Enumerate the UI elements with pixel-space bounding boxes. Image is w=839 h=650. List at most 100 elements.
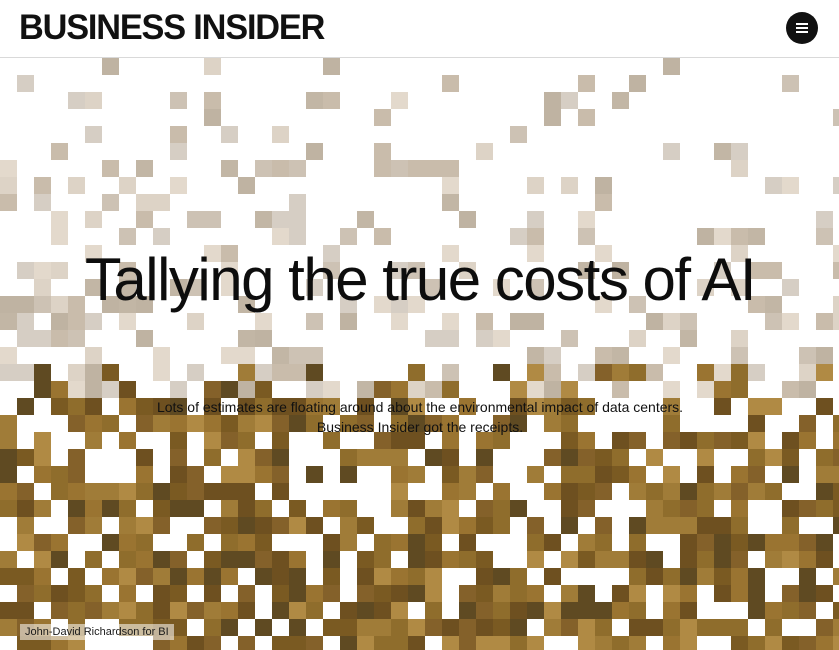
mosaic-tile	[68, 466, 85, 483]
mosaic-tile	[493, 568, 510, 585]
mosaic-tile	[119, 602, 136, 619]
mosaic-tile	[289, 585, 306, 602]
mosaic-tile	[289, 194, 306, 211]
mosaic-tile	[782, 381, 799, 398]
mosaic-tile	[391, 449, 408, 466]
mosaic-tile	[646, 619, 663, 636]
mosaic-tile	[663, 636, 680, 650]
mosaic-tile	[85, 347, 102, 364]
mosaic-tile	[51, 466, 68, 483]
mosaic-tile	[0, 619, 17, 636]
mosaic-tile	[561, 466, 578, 483]
mosaic-tile	[646, 551, 663, 568]
mosaic-tile	[340, 517, 357, 534]
mosaic-tile	[748, 449, 765, 466]
mosaic-tile	[0, 160, 17, 177]
mosaic-tile	[646, 500, 663, 517]
mosaic-tile	[0, 551, 17, 568]
mosaic-tile	[595, 619, 612, 636]
mosaic-tile	[765, 177, 782, 194]
mosaic-tile	[782, 500, 799, 517]
mosaic-tile	[85, 415, 102, 432]
mosaic-tile	[442, 364, 459, 381]
mosaic-tile	[34, 449, 51, 466]
mosaic-tile	[357, 568, 374, 585]
mosaic-tile	[255, 364, 272, 381]
mosaic-tile	[663, 619, 680, 636]
mosaic-tile	[119, 551, 136, 568]
mosaic-tile	[306, 517, 323, 534]
photo-credit: John-David Richardson for BI	[20, 624, 174, 640]
mosaic-tile	[765, 398, 782, 415]
business-insider-logo[interactable]: BUSINESS INSIDER	[19, 8, 325, 48]
mosaic-tile	[357, 381, 374, 398]
mosaic-tile	[238, 585, 255, 602]
mosaic-tile	[544, 92, 561, 109]
mosaic-tile	[102, 381, 119, 398]
mosaic-tile	[289, 517, 306, 534]
mosaic-tile	[136, 602, 153, 619]
mosaic-tile	[765, 534, 782, 551]
mosaic-tile	[527, 585, 544, 602]
hamburger-menu-icon[interactable]	[786, 12, 818, 44]
mosaic-tile	[255, 619, 272, 636]
mosaic-tile	[680, 585, 697, 602]
mosaic-tile	[391, 636, 408, 650]
mosaic-tile	[34, 330, 51, 347]
mosaic-tile	[340, 449, 357, 466]
mosaic-tile	[799, 602, 816, 619]
mosaic-tile	[697, 568, 714, 585]
hero-section: Tallying the true costs of AI Lots of es…	[0, 58, 839, 650]
mosaic-tile	[306, 143, 323, 160]
mosaic-tile	[493, 500, 510, 517]
mosaic-tile	[561, 92, 578, 109]
mosaic-tile	[85, 381, 102, 398]
mosaic-tile	[782, 517, 799, 534]
mosaic-tile	[663, 602, 680, 619]
mosaic-tile	[833, 415, 839, 432]
mosaic-tile	[136, 330, 153, 347]
mosaic-tile	[17, 585, 34, 602]
mosaic-tile	[289, 551, 306, 568]
mosaic-tile	[272, 585, 289, 602]
mosaic-tile	[102, 160, 119, 177]
mosaic-tile	[544, 602, 561, 619]
mosaic-tile	[204, 58, 221, 75]
mosaic-tile	[544, 568, 561, 585]
mosaic-tile	[578, 602, 595, 619]
mosaic-tile	[595, 483, 612, 500]
mosaic-tile	[204, 636, 221, 650]
mosaic-tile	[238, 534, 255, 551]
mosaic-tile	[459, 636, 476, 650]
mosaic-tile	[476, 602, 493, 619]
mosaic-tile	[238, 347, 255, 364]
mosaic-tile	[221, 534, 238, 551]
mosaic-tile	[714, 483, 731, 500]
mosaic-tile	[799, 568, 816, 585]
mosaic-tile	[34, 432, 51, 449]
mosaic-tile	[799, 500, 816, 517]
mosaic-tile	[731, 619, 748, 636]
mosaic-tile	[714, 517, 731, 534]
mosaic-tile	[578, 619, 595, 636]
menu-bar	[796, 23, 808, 25]
mosaic-tile	[629, 483, 646, 500]
mosaic-tile	[612, 636, 629, 650]
mosaic-tile	[323, 585, 340, 602]
mosaic-tile	[425, 500, 442, 517]
mosaic-tile	[68, 364, 85, 381]
mosaic-tile	[816, 483, 833, 500]
mosaic-tile	[408, 585, 425, 602]
mosaic-tile	[493, 585, 510, 602]
mosaic-tile	[374, 143, 391, 160]
mosaic-tile	[238, 466, 255, 483]
mosaic-tile	[595, 602, 612, 619]
mosaic-tile	[697, 517, 714, 534]
mosaic-tile	[425, 585, 442, 602]
mosaic-tile	[102, 500, 119, 517]
mosaic-tile	[748, 534, 765, 551]
mosaic-tile	[731, 500, 748, 517]
mosaic-tile	[680, 483, 697, 500]
mosaic-tile	[748, 398, 765, 415]
mosaic-tile	[476, 449, 493, 466]
